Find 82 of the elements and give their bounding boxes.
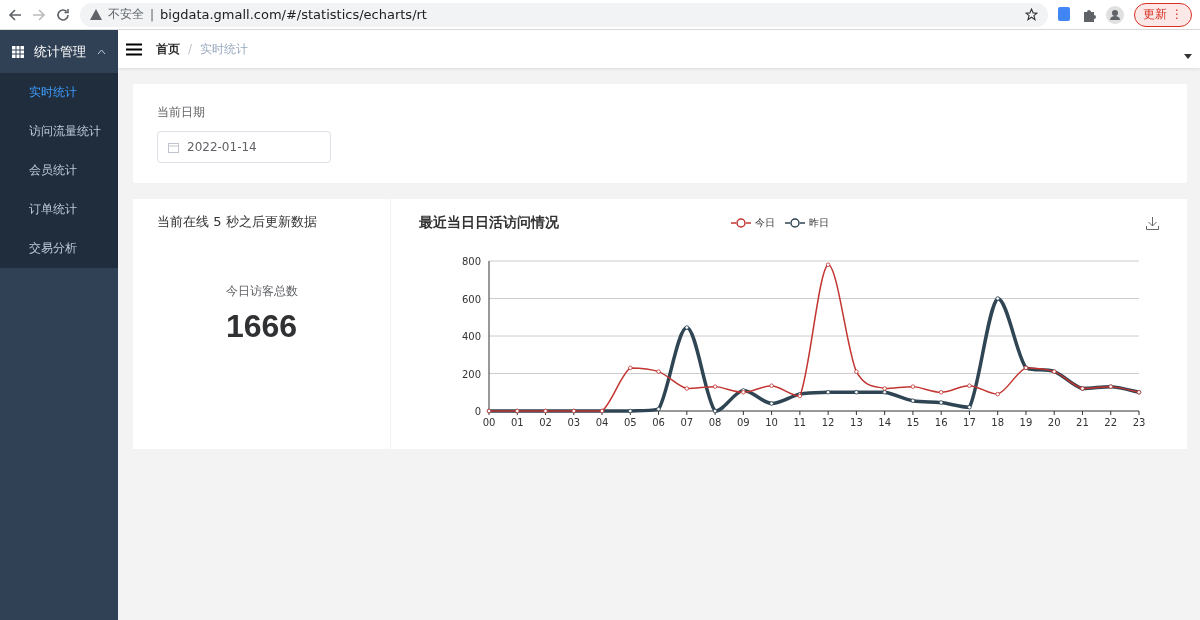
data-point <box>967 383 972 388</box>
x-tick-label: 17 <box>963 417 976 428</box>
x-tick-label: 16 <box>934 417 948 428</box>
breadcrumb-separator: / <box>188 42 193 56</box>
y-tick-label: 400 <box>461 331 481 342</box>
online-title: 当前在线 5 秒之后更新数据 <box>157 213 317 231</box>
menu-group-label: 统计管理 <box>34 42 87 61</box>
breadcrumb-link[interactable]: 首页 <box>156 40 180 58</box>
x-tick-label: 19 <box>1019 417 1033 428</box>
data-point <box>825 262 831 267</box>
x-tick-label: 15 <box>906 417 920 428</box>
data-point <box>628 408 633 414</box>
menu-group[interactable]: 统计管理 <box>0 30 118 73</box>
data-point <box>910 398 916 403</box>
data-point <box>684 386 690 391</box>
menu-item[interactable]: 交易分析 <box>0 229 118 268</box>
data-point <box>656 369 661 374</box>
x-tick-label: 13 <box>850 417 863 428</box>
warning-icon <box>90 9 102 20</box>
x-tick-label: 22 <box>1104 417 1118 428</box>
security-label: 不安全 <box>108 6 144 23</box>
y-tick-label: 600 <box>461 293 481 305</box>
menu-item[interactable]: 订单统计 <box>0 190 118 229</box>
stat-value: 1666 <box>225 308 298 345</box>
update-button[interactable]: 更新 ⋮ <box>1134 2 1192 27</box>
data-point <box>854 369 859 374</box>
data-point <box>628 365 633 371</box>
data-point <box>656 406 661 412</box>
x-tick-label: 23 <box>1132 417 1146 428</box>
data-point <box>995 391 1000 397</box>
x-tick-label: 10 <box>765 417 778 428</box>
data-point <box>825 390 831 395</box>
x-tick-label: 03 <box>567 417 581 428</box>
profile-icon[interactable] <box>1106 5 1125 24</box>
data-point <box>938 390 944 395</box>
data-point <box>967 405 972 410</box>
chart-title: 最近当日日活访问情况 <box>419 214 560 232</box>
x-tick-label: 09 <box>737 417 750 428</box>
menu-item[interactable]: 会员统计 <box>0 151 118 190</box>
x-tick-label: 05 <box>623 417 637 428</box>
y-tick-label: 0 <box>474 406 481 417</box>
menu-item[interactable]: 访问流量统计 <box>0 112 118 151</box>
x-tick-label: 01 <box>510 417 524 428</box>
x-tick-label: 02 <box>539 417 552 428</box>
data-point <box>910 384 916 389</box>
x-tick-label: 11 <box>793 417 807 428</box>
url-text: bigdata.gmall.com/#/statistics/echarts/rt <box>160 7 427 22</box>
x-tick-label: 06 <box>652 417 665 428</box>
x-tick-label: 04 <box>595 417 609 428</box>
data-point <box>938 400 944 405</box>
dropdown-caret-icon[interactable] <box>1184 53 1192 59</box>
x-tick-label: 08 <box>708 417 722 428</box>
x-tick-label: 14 <box>878 417 891 428</box>
x-tick-label: 00 <box>482 417 496 428</box>
x-tick-label: 21 <box>1076 417 1089 428</box>
x-tick-label: 07 <box>680 417 694 428</box>
star-icon[interactable] <box>1025 8 1039 21</box>
menu-item[interactable]: 实时统计 <box>0 73 118 112</box>
puzzle-icon[interactable] <box>1082 7 1097 22</box>
data-point <box>712 384 718 389</box>
x-tick-label: 20 <box>1047 417 1061 428</box>
x-tick-label: 18 <box>991 417 1005 428</box>
data-point <box>995 296 1000 301</box>
data-point <box>684 325 690 330</box>
data-point <box>769 383 774 388</box>
download-icon[interactable] <box>1146 216 1159 230</box>
x-tick-label: 12 <box>821 417 835 428</box>
date-picker[interactable]: 2022-01-14 <box>157 131 331 163</box>
y-tick-label: 200 <box>461 368 481 380</box>
menu-icon[interactable] <box>126 42 142 56</box>
calendar-icon <box>168 141 179 153</box>
y-tick-label: 800 <box>461 256 481 267</box>
address-bar[interactable]: 不安全 | bigdata.gmall.com/#/statistics/echarts/rt <box>80 2 1049 27</box>
data-point <box>712 408 718 414</box>
grid-icon <box>12 45 24 58</box>
data-point <box>769 401 774 406</box>
reload-icon[interactable] <box>56 7 70 22</box>
back-icon[interactable] <box>8 7 22 22</box>
address-separator: | <box>150 7 155 22</box>
date-label: 当前日期 <box>157 104 206 121</box>
stat-label: 今日访客总数 <box>225 283 298 300</box>
data-point <box>854 390 859 395</box>
